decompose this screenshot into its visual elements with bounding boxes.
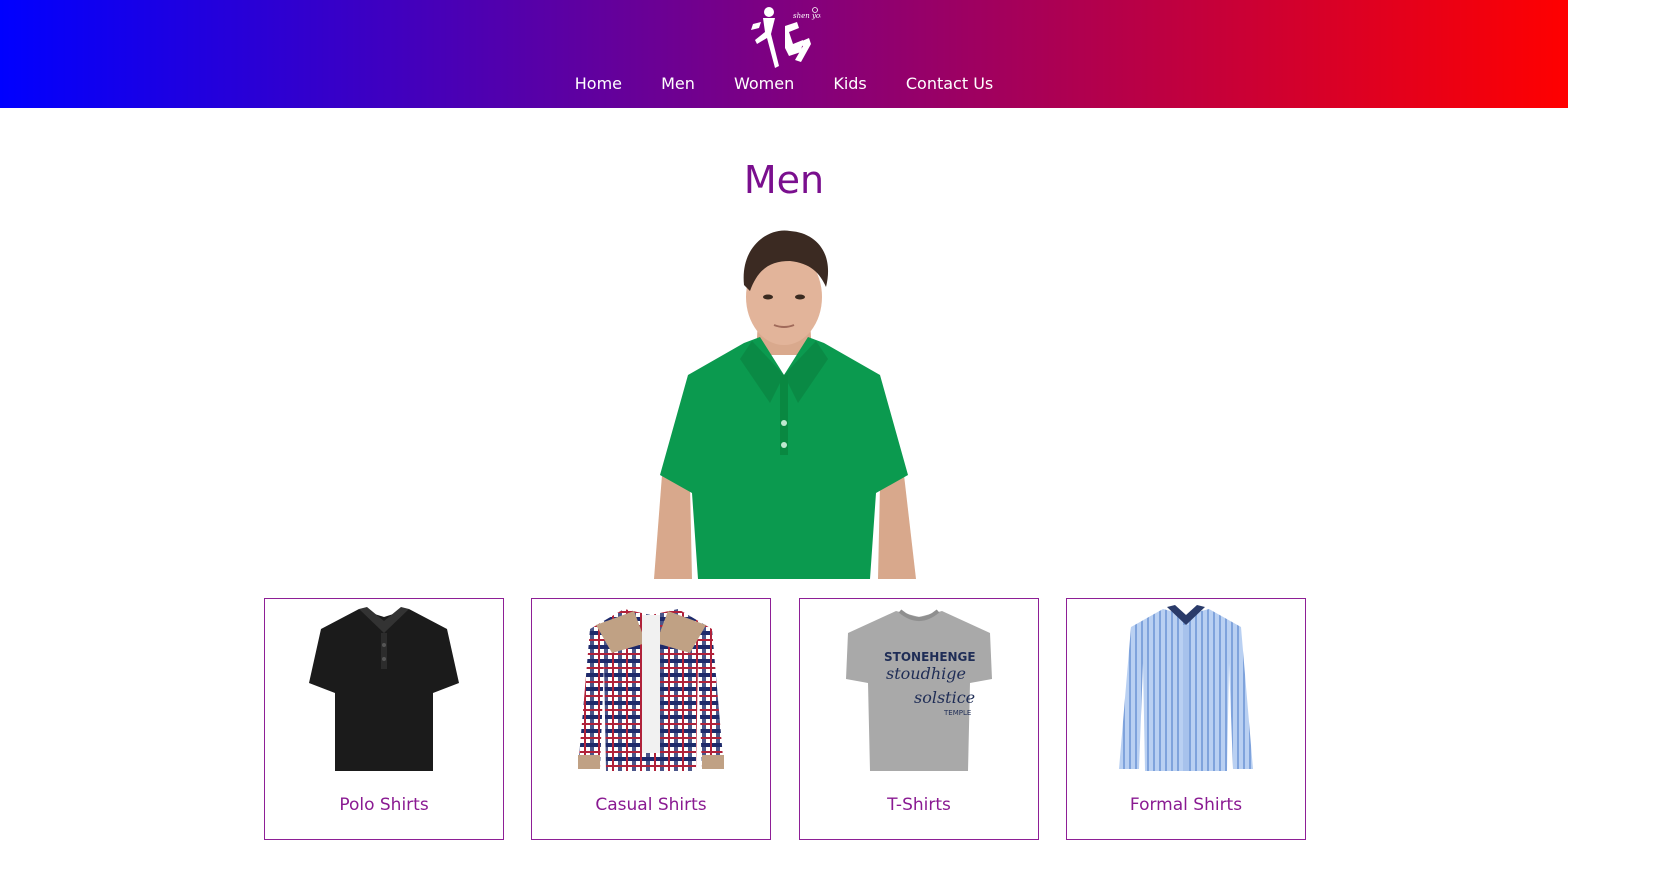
plaid-shirt-icon: [578, 609, 724, 771]
nav-kids[interactable]: Kids: [833, 70, 866, 98]
nav-home[interactable]: Home: [575, 70, 622, 98]
nav-women[interactable]: Women: [734, 70, 794, 98]
category-card-formal-shirts[interactable]: Formal Shirts: [1066, 598, 1306, 840]
category-label: Casual Shirts: [595, 795, 707, 815]
site-header: shen you Home Men Women Kids Contact Us: [0, 0, 1568, 108]
blue-formal-shirt-icon: [1119, 605, 1253, 771]
svg-text:solstice: solstice: [914, 688, 975, 707]
grey-tshirt-icon: STONEHENGE stoudhige solstice TEMPLE: [846, 609, 992, 771]
category-card-casual-shirts[interactable]: Casual Shirts: [531, 598, 771, 840]
svg-text:STONEHENGE: STONEHENGE: [884, 650, 976, 664]
category-label: Polo Shirts: [339, 795, 429, 815]
page-title: Men: [743, 158, 825, 202]
hero-model-image: [654, 230, 916, 579]
nav-contact-us[interactable]: Contact Us: [906, 70, 993, 98]
nav-men[interactable]: Men: [661, 70, 695, 98]
svg-text:TEMPLE: TEMPLE: [943, 709, 971, 717]
category-card-polo-shirts[interactable]: Polo Shirts: [264, 598, 504, 840]
category-label: Formal Shirts: [1129, 795, 1243, 815]
category-label: T-Shirts: [887, 795, 951, 815]
svg-text:stoudhige: stoudhige: [886, 664, 966, 683]
brand-logo-icon[interactable]: shen you: [745, 4, 821, 70]
svg-text:shen you: shen you: [793, 12, 821, 20]
black-polo-shirt-icon: [309, 607, 459, 771]
main-nav: Home Men Women Kids Contact Us: [0, 70, 1568, 100]
category-card-t-shirts[interactable]: STONEHENGE stoudhige solstice TEMPLE T-S…: [799, 598, 1039, 840]
